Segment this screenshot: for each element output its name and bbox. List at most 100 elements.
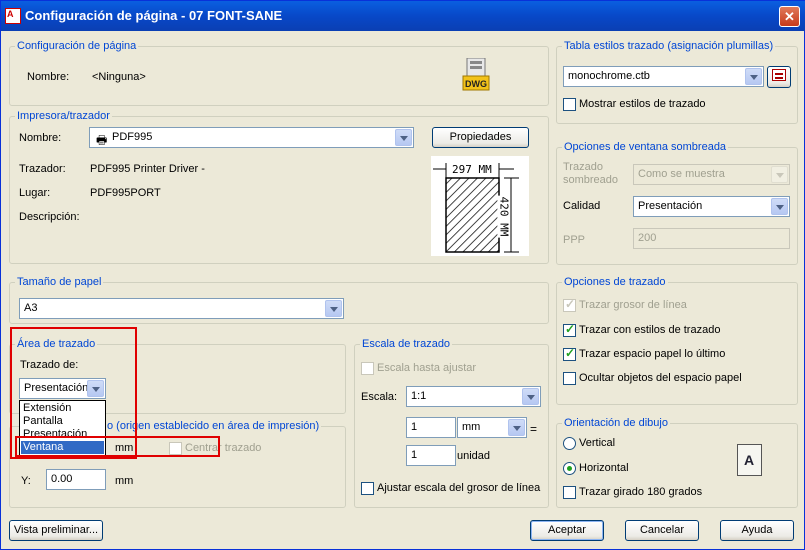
plot-paperspace-last-checkbox[interactable]: ✓ — [563, 346, 576, 361]
plot-with-styles-label: Trazar con estilos de trazado — [579, 324, 721, 336]
scale-numerator-input[interactable]: 1 — [406, 417, 456, 438]
page-setup-name-value: <Ninguna> — [92, 71, 146, 83]
chevron-down-icon[interactable] — [395, 129, 412, 146]
plot-with-styles-checkbox[interactable]: ✓ — [563, 322, 576, 337]
landscape-label: Horizontal — [579, 462, 629, 474]
chevron-down-icon[interactable] — [771, 198, 788, 215]
scale-numerator-value: 1 — [411, 421, 418, 433]
location-label: Lugar: — [19, 187, 51, 199]
x-unit-label: mm — [115, 442, 134, 454]
chevron-down-icon[interactable] — [508, 419, 525, 436]
location-value: PDF995PORT — [90, 187, 161, 199]
properties-button[interactable]: Propiedades — [432, 127, 529, 148]
hide-paperspace-objects-checkbox[interactable] — [563, 372, 576, 385]
dwg-badge: DWG — [465, 79, 487, 89]
plot-style-table-combo[interactable]: monochrome.ctb — [563, 66, 764, 87]
ok-button[interactable]: Aceptar — [530, 520, 604, 541]
page-setup-dialog: A Configuración de página - 07 FONT-SANE… — [0, 0, 805, 550]
orientation-preview-letter: A — [744, 452, 755, 468]
scale-unit-value: mm — [462, 421, 481, 433]
printer-name-combo[interactable]: 🖶 PDF995 — [89, 127, 414, 148]
printer-name-value: PDF995 — [112, 131, 153, 143]
printer-icon: 🖶 — [96, 133, 108, 147]
dwg-file-icon[interactable]: DWG — [461, 57, 491, 92]
chevron-down-icon[interactable] — [325, 300, 342, 317]
scale-denominator-unit: unidad — [457, 450, 491, 462]
landscape-radio[interactable] — [563, 462, 576, 475]
dropdown-option-window[interactable]: Ventana — [21, 441, 104, 454]
fit-to-paper-checkbox[interactable] — [361, 362, 374, 375]
show-plot-styles-label: Mostrar estilos de trazado — [579, 98, 706, 110]
dpi-label: PPP — [563, 234, 586, 246]
paper-preview: 297 MM 420 MM — [431, 156, 529, 256]
scale-label: Escala: — [361, 391, 398, 403]
scale-lineweights-label: Ajustar escala del grosor de línea — [377, 482, 541, 494]
close-button[interactable]: ✕ — [779, 6, 800, 27]
cancel-button[interactable]: Cancelar — [625, 520, 699, 541]
plot-from-dropdown-list[interactable]: Extensión Pantalla Presentación Ventana — [19, 400, 106, 457]
chevron-down-icon[interactable] — [771, 166, 788, 183]
shade-plot-value: Como se muestra — [638, 168, 725, 180]
dropdown-option-extension[interactable]: Extensión — [21, 402, 104, 415]
quality-combo[interactable]: Presentación — [633, 196, 790, 217]
title-bar[interactable]: A Configuración de página - 07 FONT-SANE… — [1, 1, 805, 31]
dropdown-option-layout[interactable]: Presentación — [21, 428, 104, 441]
edit-style-icon — [772, 69, 786, 81]
orientation-preview-icon: A — [737, 444, 762, 476]
quality-label: Calidad — [563, 200, 601, 212]
y-offset-label: Y: — [21, 475, 31, 487]
y-offset-input[interactable]: 0.00 — [46, 469, 106, 490]
scale-denominator-value: 1 — [411, 449, 418, 461]
edit-plot-style-button[interactable] — [767, 66, 791, 88]
paper-size-value: A3 — [24, 302, 38, 314]
equals-sign: = — [530, 422, 538, 436]
plot-style-table-group-label: Tabla estilos trazado (asignación plumil… — [562, 40, 776, 52]
window-title: Configuración de página - 07 FONT-SANE — [25, 8, 283, 23]
scale-denominator-input[interactable]: 1 — [406, 445, 456, 466]
upside-down-label: Trazar girado 180 grados — [579, 486, 703, 498]
plot-scale-group-label: Escala de trazado — [360, 338, 453, 350]
scale-combo[interactable]: 1:1 — [406, 386, 541, 407]
paper-size-combo[interactable]: A3 — [19, 298, 344, 319]
paper-size-group-label: Tamaño de papel — [15, 276, 104, 288]
y-unit-label: mm — [115, 475, 134, 487]
printer-name-label: Nombre: — [19, 132, 62, 144]
preview-button[interactable]: Vista preliminar... — [9, 520, 103, 541]
description-label: Descripción: — [19, 211, 80, 223]
show-plot-styles-checkbox[interactable] — [563, 98, 576, 111]
paper-height-label: 420 MM — [497, 195, 511, 238]
plot-offset-group-label: o (origen establecido en área de impresi… — [105, 420, 322, 432]
scale-value: 1:1 — [411, 390, 427, 402]
center-plot-checkbox[interactable] — [169, 442, 182, 455]
plot-from-value: Presentación — [24, 382, 89, 394]
chevron-down-icon[interactable] — [745, 68, 762, 85]
shaded-viewport-group-label: Opciones de ventana sombreada — [562, 141, 729, 153]
drawing-orientation-group-label: Orientación de dibujo — [562, 417, 670, 429]
center-plot-label: Centrar trazado — [185, 442, 262, 454]
fit-to-paper-label: Escala hasta ajustar — [377, 362, 477, 374]
dpi-input[interactable]: 200 — [633, 228, 790, 249]
plot-lineweights-checkbox[interactable]: ✓ — [563, 297, 576, 312]
scale-lineweights-checkbox[interactable] — [361, 482, 374, 495]
paper-width-label: 297 MM — [451, 163, 493, 176]
plot-paperspace-last-label: Trazar espacio papel lo último — [579, 348, 726, 360]
chevron-down-icon[interactable] — [522, 388, 539, 405]
shade-plot-combo[interactable]: Como se muestra — [633, 164, 790, 185]
help-button[interactable]: Ayuda — [720, 520, 794, 541]
autocad-app-icon: A — [5, 8, 21, 24]
dropdown-option-display[interactable]: Pantalla — [21, 415, 104, 428]
plotter-label: Trazador: — [19, 163, 66, 175]
page-setup-name-label: Nombre: — [27, 71, 70, 83]
plotter-value: PDF995 Printer Driver - — [90, 163, 205, 175]
plot-from-combo[interactable]: Presentación — [19, 378, 106, 399]
shade-plot-label-line2: sombreado — [563, 174, 619, 186]
plot-style-table-value: monochrome.ctb — [568, 70, 650, 82]
plot-from-label: Trazado de: — [20, 359, 79, 371]
upside-down-checkbox[interactable] — [563, 486, 576, 499]
plot-lineweights-label: Trazar grosor de línea — [579, 299, 687, 311]
portrait-radio[interactable] — [563, 437, 576, 450]
y-offset-value: 0.00 — [51, 473, 73, 485]
page-setup-group-label: Configuración de página — [15, 40, 139, 52]
chevron-down-icon[interactable] — [87, 380, 104, 397]
scale-unit-combo[interactable]: mm — [457, 417, 527, 438]
